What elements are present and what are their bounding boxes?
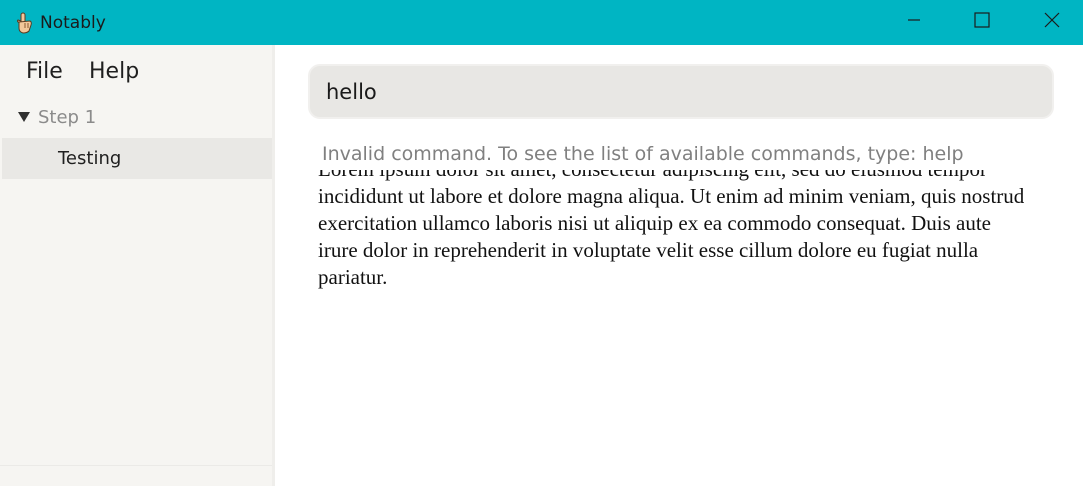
- close-icon: [1044, 12, 1060, 33]
- pointing-hand-icon: [14, 12, 34, 34]
- minimize-icon: [907, 13, 921, 32]
- sidebar-divider: [272, 45, 275, 486]
- maximize-button[interactable]: [947, 0, 1017, 45]
- sidebar: File Help Step 1 Testing: [0, 45, 275, 486]
- title-bar: Notably: [0, 0, 1083, 45]
- tree-group-step[interactable]: Step 1: [0, 100, 272, 136]
- close-button[interactable]: [1017, 0, 1083, 45]
- command-input[interactable]: [326, 78, 1026, 106]
- note-viewer[interactable]: Lorem ipsum dolor sit amet, consectetur …: [318, 170, 1038, 290]
- divider: [0, 465, 272, 466]
- window-title: Notably: [40, 13, 106, 33]
- menu-bar: File Help: [0, 45, 272, 93]
- caret-down-icon[interactable]: [18, 112, 30, 122]
- tree-group-label: Step 1: [38, 107, 97, 128]
- tree-item-label: Testing: [58, 148, 122, 169]
- maximize-icon: [974, 12, 990, 33]
- command-box: [308, 64, 1054, 119]
- command-feedback: Invalid command. To see the list of avai…: [322, 143, 964, 165]
- menu-help[interactable]: Help: [89, 59, 139, 84]
- menu-file[interactable]: File: [26, 59, 63, 84]
- tree-item-testing[interactable]: Testing: [2, 138, 272, 179]
- note-body: Lorem ipsum dolor sit amet, consectetur …: [318, 170, 1025, 289]
- minimize-button[interactable]: [879, 0, 949, 45]
